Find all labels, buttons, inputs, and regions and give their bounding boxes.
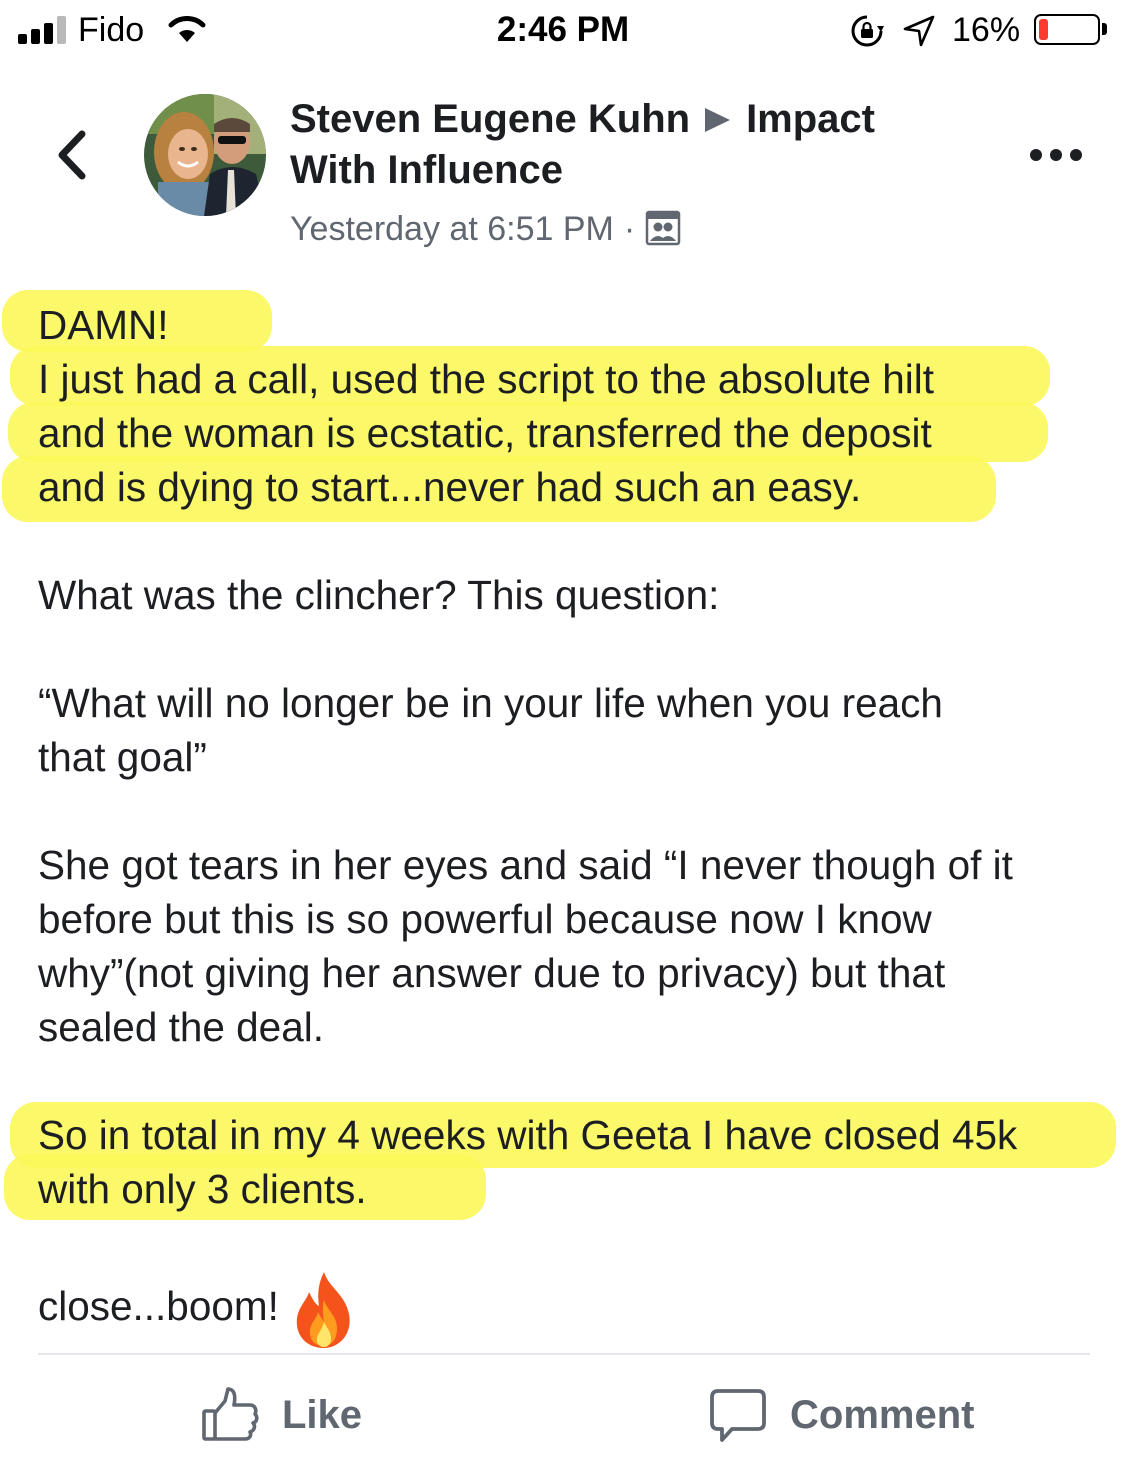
post-line: and is dying to start...never had such a… xyxy=(38,464,862,510)
avatar[interactable] xyxy=(144,94,266,216)
post-line: “What will no longer be in your life whe… xyxy=(38,680,943,726)
author-line: Steven Eugene Kuhn Impact With Influence xyxy=(290,94,970,196)
back-chevron-icon[interactable] xyxy=(44,120,100,190)
highlighted-block-1: DAMN! I just had a call, used the script… xyxy=(2,290,1108,522)
post-line: I just had a call, used the script to th… xyxy=(38,356,935,402)
post-line: DAMN! xyxy=(38,302,169,348)
post-body: DAMN! I just had a call, used the script… xyxy=(2,290,1116,1350)
post-line: why”(not giving her answer due to privac… xyxy=(38,950,946,996)
post-line: She got tears in her eyes and said “I ne… xyxy=(38,842,1013,888)
comment-bubble-icon xyxy=(710,1389,766,1442)
post-header: Steven Eugene Kuhn Impact With Influence … xyxy=(290,94,970,252)
post-line: with only 3 clients. xyxy=(38,1166,367,1212)
post-line: So in total in my 4 weeks with Geeta I h… xyxy=(38,1112,1018,1158)
battery-level-fill xyxy=(1039,19,1048,40)
highlighted-block-2: So in total in my 4 weeks with Geeta I h… xyxy=(4,1102,1116,1220)
post-meta: Yesterday at 6:51 PM · xyxy=(290,206,970,252)
comment-label: Comment xyxy=(790,1392,975,1437)
meta-separator: · xyxy=(623,210,636,248)
post-paragraph: She got tears in her eyes and said “I ne… xyxy=(38,838,1108,1054)
post-closing-line: close...boom! xyxy=(38,1270,1108,1350)
post-closing-text: close...boom! xyxy=(38,1283,279,1329)
location-arrow-icon xyxy=(903,15,935,47)
fire-icon xyxy=(296,1272,350,1348)
like-button[interactable]: Like xyxy=(200,1380,362,1450)
status-bar: Fido 2:46 PM 16% xyxy=(0,0,1126,62)
more-options-icon[interactable] xyxy=(1028,140,1084,170)
right-triangle-icon xyxy=(705,108,731,132)
actions-divider xyxy=(38,1353,1090,1355)
comment-button[interactable]: Comment xyxy=(708,1380,974,1450)
battery-icon xyxy=(1034,14,1100,45)
battery-tip xyxy=(1102,23,1107,35)
rotation-lock-icon xyxy=(851,15,884,47)
author-name[interactable]: Steven Eugene Kuhn xyxy=(290,97,690,141)
post-timestamp[interactable]: Yesterday at 6:51 PM xyxy=(290,210,614,248)
group-icon xyxy=(645,210,681,246)
post-quote: “What will no longer be in your life whe… xyxy=(38,676,1108,784)
thumbs-up-icon xyxy=(202,1387,259,1441)
post-line: and the woman is ecstatic, transferred t… xyxy=(38,410,932,456)
post-paragraph: What was the clincher? This question: xyxy=(38,572,720,618)
like-label: Like xyxy=(282,1392,363,1437)
post-line: sealed the deal. xyxy=(38,1004,324,1050)
battery-percent: 16% xyxy=(952,11,1021,49)
post-line: before but this is so powerful because n… xyxy=(38,896,932,942)
post-line: that goal” xyxy=(38,734,207,780)
